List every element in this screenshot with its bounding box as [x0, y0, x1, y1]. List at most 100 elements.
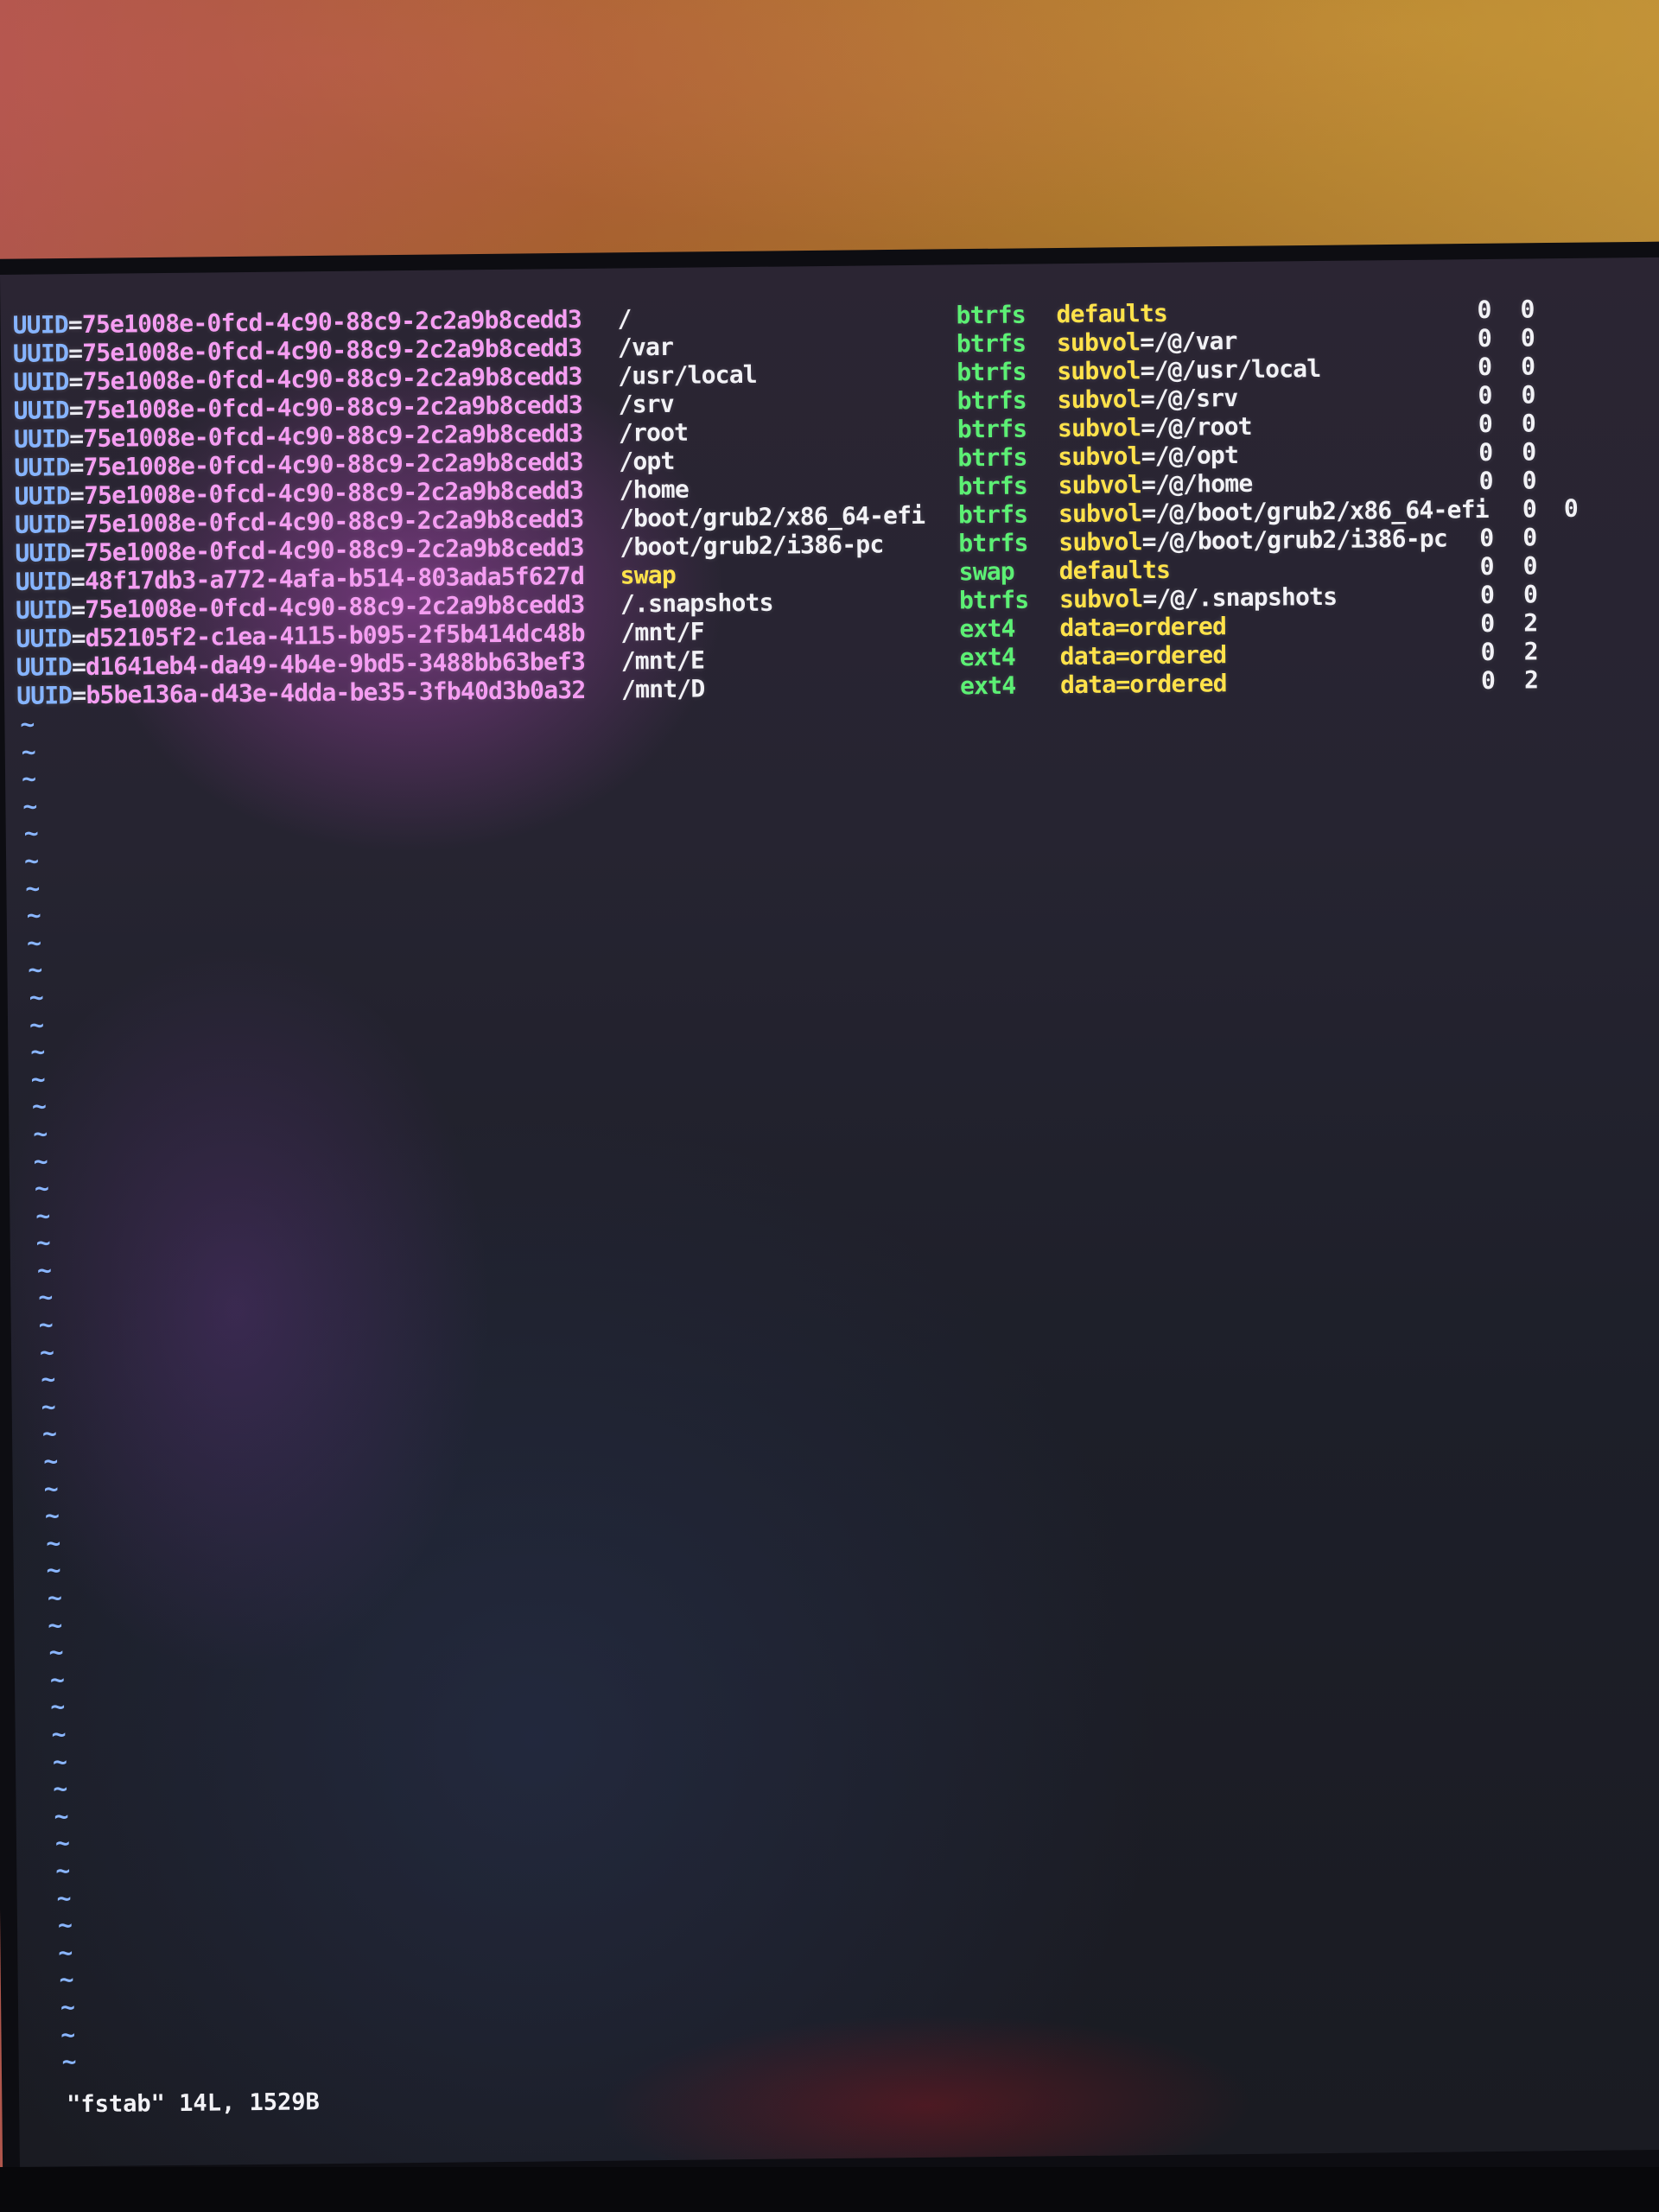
pass-number: 0 — [1520, 295, 1535, 324]
uuid-key: UUID — [12, 339, 69, 368]
empty-line-tilde: ~ — [61, 2047, 77, 2076]
filesystem-type: ext4 — [959, 613, 1015, 644]
dump-flag: 0 — [1480, 665, 1496, 696]
empty-line-tilde: ~ — [54, 1828, 71, 1858]
uuid-key: UUID — [15, 595, 72, 625]
filesystem-type: btrfs — [957, 471, 1028, 501]
option-key: data — [1059, 613, 1116, 643]
empty-line-tilde: ~ — [46, 1529, 61, 1558]
empty-line-tilde: ~ — [38, 1282, 54, 1313]
pass-number: 2 — [1523, 637, 1538, 666]
mount-point: swap — [620, 560, 677, 590]
dump-flag: 0 — [1478, 437, 1493, 467]
pass-number: 0 — [1522, 437, 1536, 467]
empty-line-tilde: ~ — [44, 1501, 60, 1530]
empty-line-tilde: ~ — [43, 1473, 59, 1503]
mount-point: /mnt/F — [620, 617, 704, 647]
equals-sign: = — [67, 310, 83, 340]
empty-line-tilde: ~ — [53, 1774, 68, 1803]
empty-line-tilde: ~ — [59, 1965, 74, 1994]
mount-point: /opt — [619, 446, 675, 476]
empty-line-tilde: ~ — [31, 1091, 48, 1121]
mount-options: subvol=/@/.snapshots — [1059, 582, 1337, 613]
option-value: =/@/boot/grub2/i386-pc — [1141, 524, 1448, 556]
mount-point: /mnt/D — [620, 674, 705, 704]
empty-line-tilde: ~ — [21, 764, 37, 793]
option-value: =ordered — [1115, 640, 1227, 671]
uuid-key: UUID — [13, 396, 70, 425]
uuid-key: UUID — [12, 310, 69, 340]
pass-number: 0 — [1521, 409, 1536, 438]
empty-line-tilde: ~ — [33, 1119, 48, 1148]
monitor-bottom-edge — [0, 2167, 1659, 2212]
filesystem-type: btrfs — [957, 414, 1027, 444]
equals-sign: = — [68, 339, 83, 368]
option-key: subvol — [1058, 470, 1142, 500]
uuid-key: UUID — [14, 481, 71, 511]
uuid-key: UUID — [16, 652, 73, 682]
empty-line-tilde: ~ — [26, 928, 42, 957]
empty-line-tilde: ~ — [34, 1173, 50, 1203]
filesystem-type: btrfs — [956, 328, 1027, 359]
empty-line-tilde: ~ — [21, 737, 36, 766]
empty-line-tilde: ~ — [43, 1446, 59, 1476]
empty-line-tilde: ~ — [54, 1802, 69, 1831]
empty-line-tilde: ~ — [28, 955, 43, 985]
mount-options: subvol=/@/var — [1057, 327, 1237, 357]
uuid-key: UUID — [14, 510, 71, 539]
empty-line-tilde: ~ — [23, 846, 40, 875]
option-key: subvol — [1056, 327, 1141, 358]
option-value: =/@/home — [1141, 468, 1253, 499]
dump-flag: 0 — [1480, 608, 1495, 639]
option-value: =ordered — [1116, 669, 1227, 699]
empty-line-tilde: ~ — [25, 874, 41, 903]
mount-options: subvol=/@/opt — [1058, 441, 1238, 471]
option-key: subvol — [1057, 385, 1141, 415]
filesystem-type: btrfs — [957, 442, 1027, 473]
option-key: defaults — [1058, 555, 1171, 586]
mount-point: /mnt/E — [620, 645, 705, 676]
empty-line-tilde: ~ — [55, 1856, 71, 1885]
mount-options: defaults — [1056, 299, 1167, 328]
equals-sign: = — [68, 367, 83, 397]
option-key: subvol — [1058, 527, 1142, 557]
pass-number: 0 — [1521, 352, 1535, 381]
empty-line-markers: ~ ~ ~ ~ ~ ~ ~ ~ ~ ~ ~ ~ ~ ~ ~ ~ ~ ~ ~ ~ ~ ~ ~ ~ ~ ~ ~ ~ ~ ~ ~ ~ ~ ~ ~ ~ ~ ~ ~ ~… — [20, 710, 77, 2076]
uuid-key: UUID — [16, 624, 72, 653]
option-value: =/@/opt — [1141, 441, 1239, 471]
equals-sign: = — [69, 480, 85, 511]
mount-point: /usr/local — [618, 359, 758, 391]
uuid-key: UUID — [15, 538, 71, 568]
empty-line-tilde: ~ — [47, 1583, 63, 1612]
dump-flag: 0 — [1478, 409, 1493, 439]
mount-options: subvol=/@/home — [1058, 469, 1252, 499]
pass-number: 0 — [1522, 580, 1538, 609]
equals-sign: = — [68, 396, 84, 425]
empty-line-tilde: ~ — [52, 1746, 68, 1777]
fstab-buffer[interactable]: UUID=75e1008e-0fcd-4c90-88c9-2c2a9b8cedd… — [12, 295, 1578, 709]
mount-point: /root — [618, 417, 689, 448]
empty-line-tilde: ~ — [60, 2019, 76, 2049]
empty-line-tilde: ~ — [57, 1910, 73, 1940]
option-value: =/@/var — [1140, 327, 1237, 357]
dump-flag: 0 — [1477, 323, 1492, 353]
pass-number: 0 — [1520, 323, 1535, 353]
mount-point: /boot/grub2/i386-pc — [620, 530, 884, 562]
mount-options: defaults — [1058, 556, 1170, 585]
option-value: =/@/boot/grub2/x86_64-efi — [1141, 494, 1489, 528]
filesystem-type: btrfs — [958, 528, 1028, 558]
empty-line-tilde: ~ — [48, 1610, 63, 1640]
option-key: subvol — [1058, 499, 1142, 529]
option-value: =/@/.snapshots — [1142, 582, 1338, 613]
uuid-key: UUID — [13, 367, 69, 397]
mount-options: subvol=/@/boot/grub2/i386-pc — [1058, 524, 1447, 556]
option-key: subvol — [1058, 584, 1143, 614]
equals-sign: = — [72, 680, 86, 710]
device-spec: UUID=b5be136a-d43e-4dda-be35-3fb40d3b0a3… — [16, 676, 586, 710]
mount-options: subvol=/@/root — [1058, 412, 1252, 442]
empty-line-tilde: ~ — [58, 1937, 73, 1967]
option-key: data — [1059, 670, 1116, 700]
empty-line-tilde: ~ — [56, 1883, 72, 1912]
uuid-key: UUID — [13, 424, 70, 454]
empty-line-tilde: ~ — [35, 1228, 51, 1257]
